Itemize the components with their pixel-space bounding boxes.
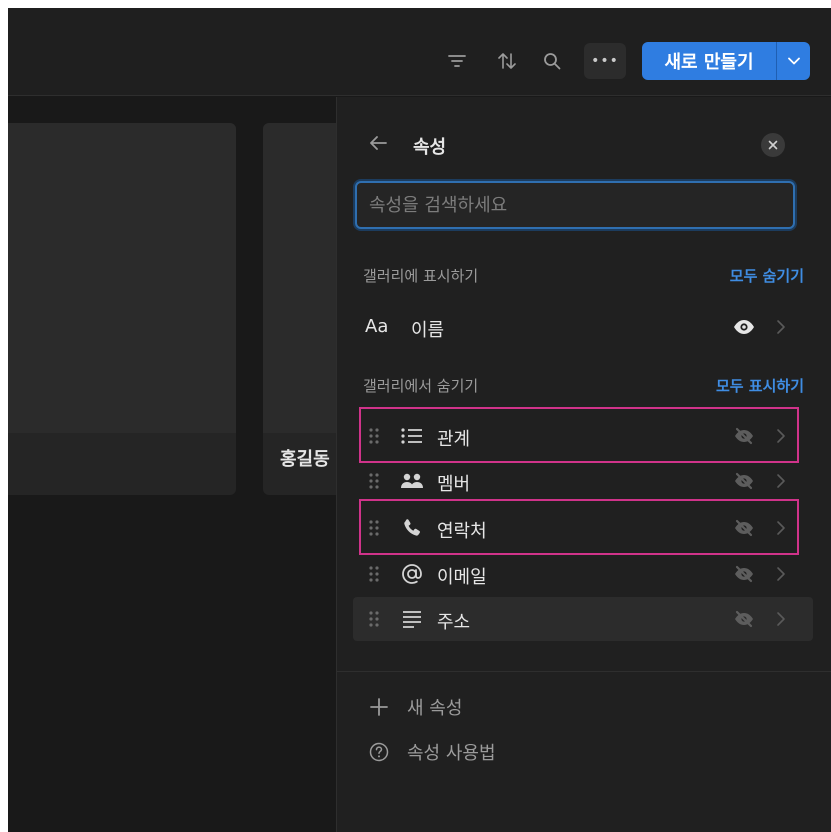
drag-handle-icon[interactable] <box>367 564 381 584</box>
card-cover <box>8 123 236 433</box>
drag-handle-icon[interactable] <box>367 518 381 538</box>
app-window: ••• 새로 만들기 홍길동 속성 갤러리에 표시하기 모두 숨기기 Aa 이름 <box>8 8 831 832</box>
at-icon <box>399 562 425 586</box>
search-icon[interactable] <box>539 48 565 74</box>
chevron-right-icon[interactable] <box>776 520 786 536</box>
chevron-right-icon[interactable] <box>776 611 786 627</box>
new-button-label[interactable]: 새로 만들기 <box>642 42 776 80</box>
property-name: 멤버 <box>437 474 471 495</box>
eye-off-icon[interactable] <box>733 427 755 445</box>
more-icon: ••• <box>591 53 619 69</box>
card-cover <box>263 123 338 433</box>
hidden-section-label: 갤러리에서 숨기기 <box>363 377 479 395</box>
drag-handle-icon[interactable] <box>367 609 381 629</box>
property-name: 이름 <box>411 320 445 341</box>
sort-icon[interactable] <box>494 48 520 74</box>
chevron-right-icon[interactable] <box>776 566 786 582</box>
property-row-name[interactable]: Aa 이름 <box>353 305 813 349</box>
panel-divider <box>337 671 831 672</box>
panel-title: 속성 <box>413 137 447 158</box>
plus-icon <box>367 695 391 719</box>
property-row-members[interactable]: 멤버 <box>353 459 813 503</box>
property-name: 주소 <box>437 612 471 633</box>
eye-off-icon[interactable] <box>733 519 755 537</box>
chevron-down-icon[interactable] <box>776 42 810 80</box>
eye-off-icon[interactable] <box>733 472 755 490</box>
phone-icon <box>399 516 425 540</box>
eye-off-icon[interactable] <box>733 565 755 583</box>
eye-icon[interactable] <box>733 318 755 336</box>
people-icon <box>399 469 425 493</box>
list-icon <box>399 424 425 448</box>
drag-handle-icon[interactable] <box>367 471 381 491</box>
property-row-relation[interactable]: 관계 <box>353 414 813 458</box>
help-icon <box>367 740 391 764</box>
text-lines-icon <box>399 607 425 631</box>
eye-off-icon[interactable] <box>733 610 755 628</box>
chevron-right-icon[interactable] <box>776 319 786 335</box>
shown-section-label: 갤러리에 표시하기 <box>363 267 479 285</box>
back-arrow-icon[interactable] <box>367 132 391 156</box>
filter-icon[interactable] <box>444 48 470 74</box>
property-name: 이메일 <box>437 567 487 588</box>
card-title: 홍길동 <box>280 449 330 470</box>
gallery-card[interactable] <box>8 123 236 495</box>
more-options-button[interactable]: ••• <box>584 43 626 79</box>
property-row-address[interactable]: 주소 <box>353 597 813 641</box>
new-property-button[interactable]: 새 속성 <box>367 692 462 722</box>
property-name: 관계 <box>437 429 471 450</box>
hide-all-link[interactable]: 모두 숨기기 <box>730 265 804 286</box>
new-property-label: 새 속성 <box>407 698 463 719</box>
property-row-email[interactable]: 이메일 <box>353 552 813 596</box>
property-search-input[interactable] <box>355 181 795 229</box>
close-icon[interactable] <box>761 133 785 157</box>
property-row-contact[interactable]: 연락처 <box>353 506 813 550</box>
gallery-card[interactable]: 홍길동 <box>263 123 338 495</box>
new-button[interactable]: 새로 만들기 <box>642 42 810 80</box>
chevron-right-icon[interactable] <box>776 428 786 444</box>
drag-handle-icon[interactable] <box>367 426 381 446</box>
property-help-link[interactable]: 속성 사용법 <box>367 737 496 767</box>
top-toolbar: ••• 새로 만들기 <box>8 8 831 96</box>
properties-panel: 속성 갤러리에 표시하기 모두 숨기기 Aa 이름 갤러리에서 숨기기 모두 표… <box>336 97 831 832</box>
show-all-link[interactable]: 모두 표시하기 <box>716 375 804 396</box>
property-help-label: 속성 사용법 <box>407 743 496 764</box>
chevron-right-icon[interactable] <box>776 473 786 489</box>
text-type-icon: Aa <box>365 316 389 337</box>
property-name: 연락처 <box>437 521 487 542</box>
